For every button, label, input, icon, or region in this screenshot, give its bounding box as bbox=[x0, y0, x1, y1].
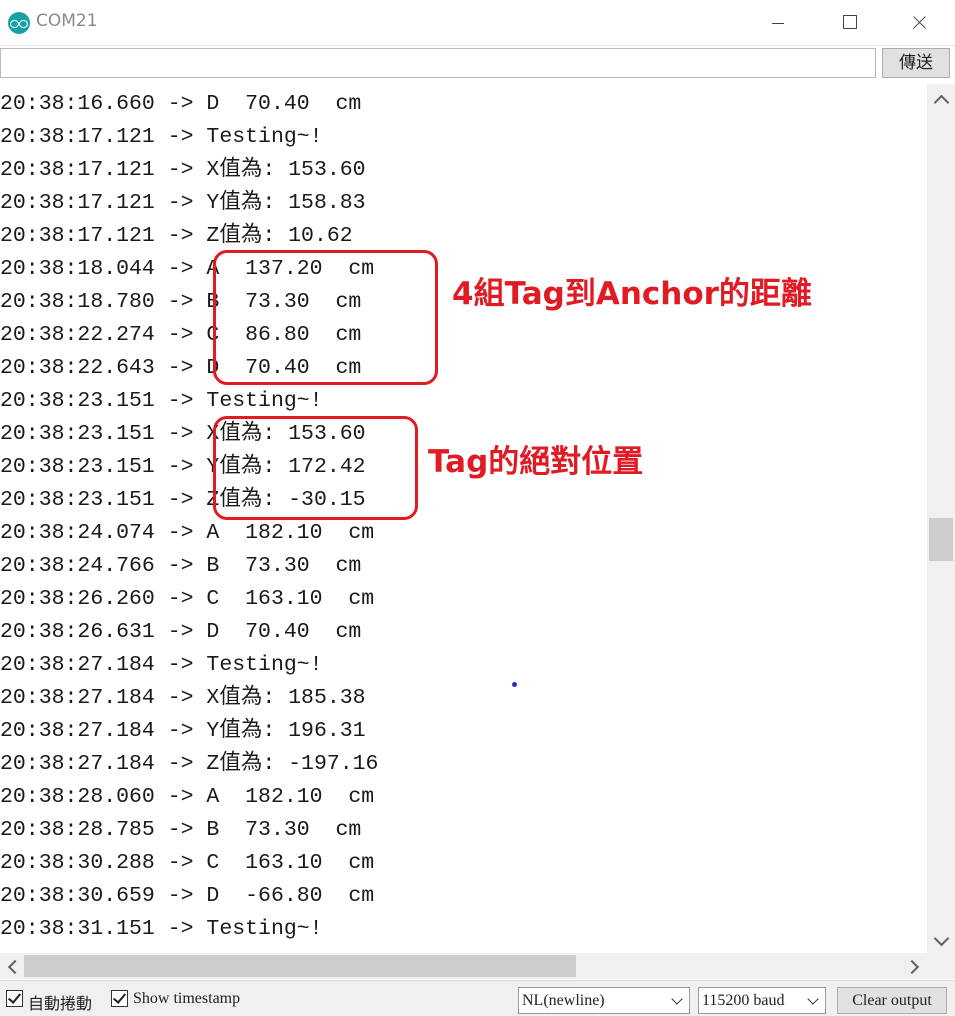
show-timestamp-checkbox[interactable] bbox=[111, 990, 128, 1007]
output-line: 20:38:31.151 -> Testing~! bbox=[0, 917, 323, 941]
output-line: 20:38:27.184 -> Z值為: -197.16 bbox=[0, 752, 379, 776]
baud-rate-value: 115200 baud bbox=[702, 992, 785, 1009]
chevron-down-icon bbox=[671, 993, 683, 1005]
output-line: 20:38:28.785 -> B 73.30 cm bbox=[0, 818, 362, 842]
position-annotation: Tag的絕對位置 bbox=[428, 444, 644, 480]
scroll-left-icon[interactable] bbox=[0, 953, 26, 979]
status-footer: 自動捲動 Show timestamp NL(newline) 115200 b… bbox=[0, 980, 955, 1016]
output-line: 20:38:27.184 -> X值為: 185.38 bbox=[0, 686, 366, 710]
minimize-icon[interactable] bbox=[754, 0, 800, 46]
output-line: 20:38:16.660 -> D 70.40 cm bbox=[0, 92, 362, 116]
line-ending-select[interactable]: NL(newline) bbox=[518, 987, 690, 1014]
vertical-scroll-thumb[interactable] bbox=[929, 518, 953, 561]
arduino-logo-icon bbox=[8, 12, 30, 34]
autoscroll-label: 自動捲動 bbox=[28, 996, 93, 1013]
send-button[interactable]: 傳送 bbox=[882, 48, 950, 78]
baud-rate-select[interactable]: 115200 baud bbox=[698, 987, 826, 1014]
title-bar: COM21 bbox=[0, 0, 955, 46]
output-line: 20:38:24.074 -> A 182.10 cm bbox=[0, 521, 375, 545]
horizontal-scrollbar[interactable] bbox=[0, 953, 927, 979]
show-timestamp-label: Show timestamp bbox=[133, 990, 241, 1007]
scroll-up-icon[interactable] bbox=[927, 84, 955, 114]
output-line: 20:38:27.184 -> Testing~! bbox=[0, 653, 323, 677]
maximize-icon[interactable] bbox=[826, 0, 872, 46]
output-line: 20:38:24.766 -> B 73.30 cm bbox=[0, 554, 362, 578]
output-line: 20:38:23.151 -> Testing~! bbox=[0, 389, 323, 413]
vertical-scrollbar[interactable] bbox=[927, 84, 955, 957]
distances-highlight-box bbox=[213, 250, 438, 385]
scrollbar-corner bbox=[927, 953, 955, 979]
output-line: 20:38:17.121 -> X值為: 153.60 bbox=[0, 158, 366, 182]
window-title: COM21 bbox=[36, 11, 98, 31]
serial-output[interactable]: 20:38:16.660 -> D 70.40 cm 20:38:17.121 -… bbox=[0, 84, 927, 952]
output-line: 20:38:26.260 -> C 163.10 cm bbox=[0, 587, 375, 611]
output-line: 20:38:17.121 -> Z值為: 10.62 bbox=[0, 224, 353, 248]
output-line: 20:38:27.184 -> Y值為: 196.31 bbox=[0, 719, 366, 743]
autoscroll-checkbox[interactable] bbox=[6, 990, 23, 1007]
scroll-right-icon[interactable] bbox=[901, 953, 927, 979]
output-line: 20:38:17.121 -> Y值為: 158.83 bbox=[0, 191, 366, 215]
close-icon[interactable] bbox=[896, 0, 942, 46]
chevron-down-icon bbox=[807, 993, 819, 1005]
stray-dot bbox=[512, 682, 517, 687]
horizontal-scroll-thumb[interactable] bbox=[24, 955, 576, 977]
output-line: 20:38:26.631 -> D 70.40 cm bbox=[0, 620, 362, 644]
output-line: 20:38:30.288 -> C 163.10 cm bbox=[0, 851, 375, 875]
distances-annotation: 4組Tag到Anchor的距離 bbox=[452, 276, 812, 312]
output-line: 20:38:28.060 -> A 182.10 cm bbox=[0, 785, 375, 809]
serial-send-input[interactable] bbox=[0, 48, 876, 78]
clear-output-button[interactable]: Clear output bbox=[837, 987, 947, 1014]
output-line: 20:38:17.121 -> Testing~! bbox=[0, 125, 323, 149]
position-highlight-box bbox=[213, 416, 418, 520]
output-line: 20:38:30.659 -> D -66.80 cm bbox=[0, 884, 375, 908]
line-ending-value: NL(newline) bbox=[522, 992, 605, 1009]
